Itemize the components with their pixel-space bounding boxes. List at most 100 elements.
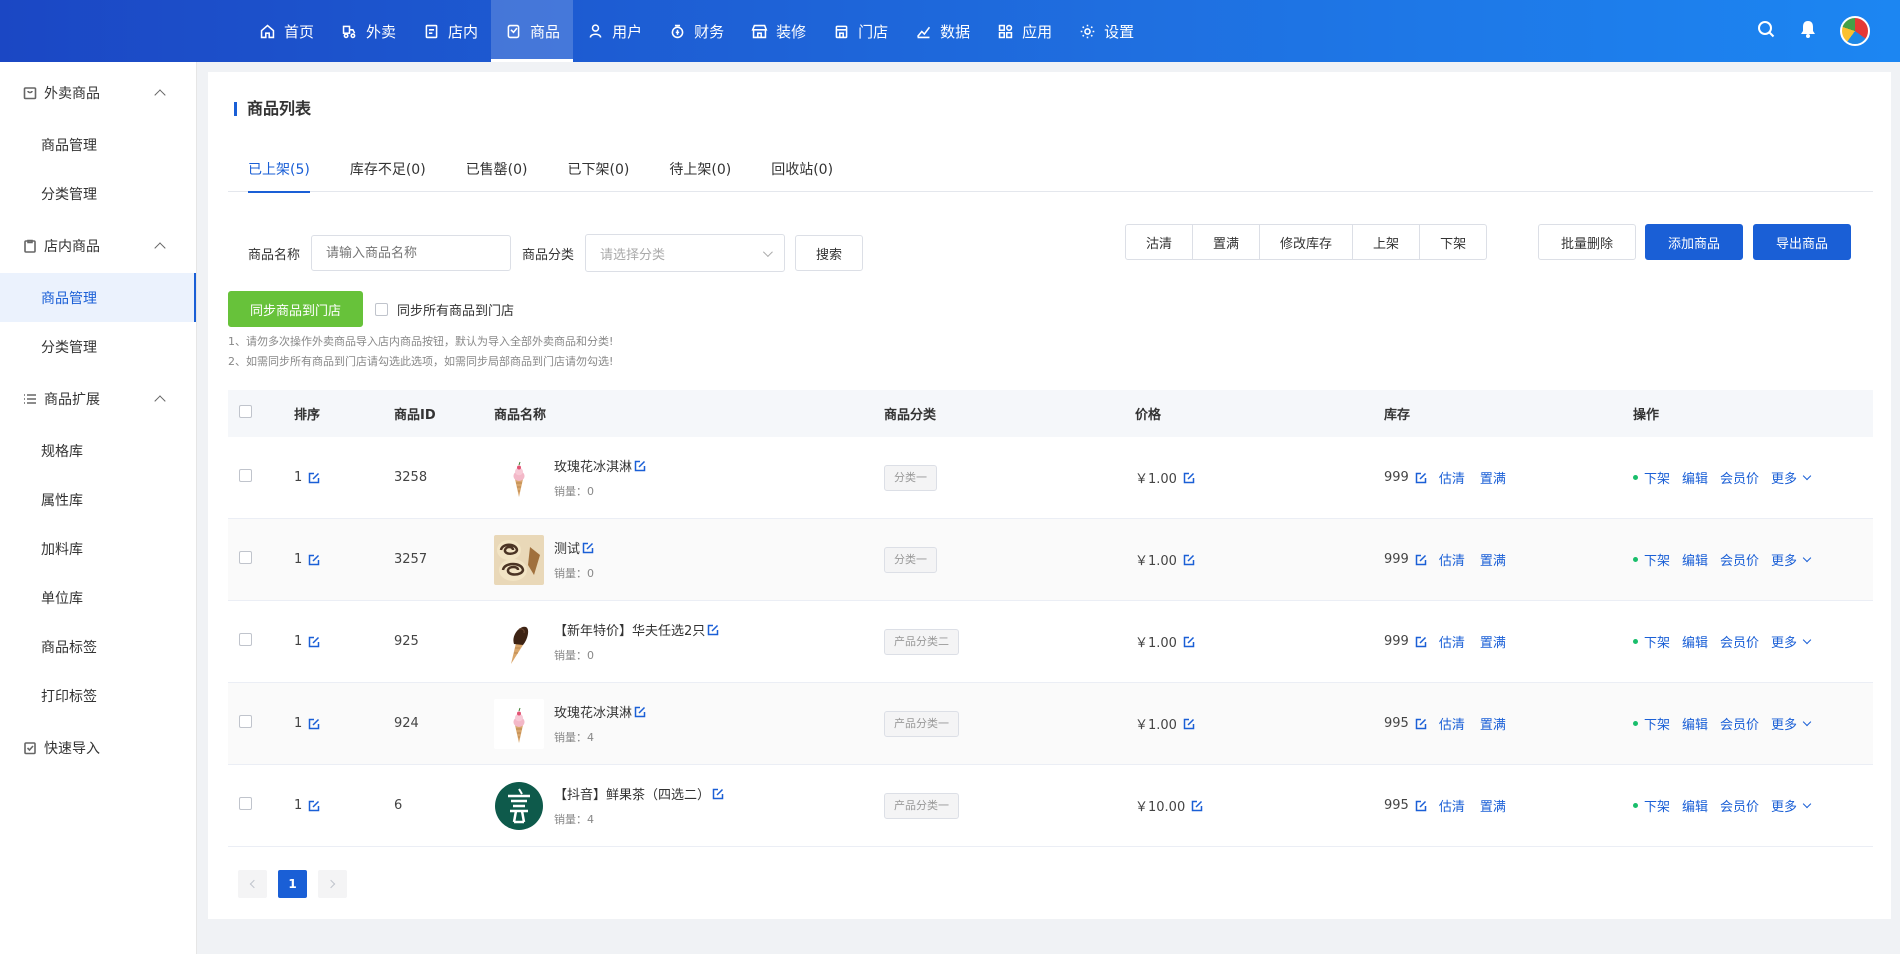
edit-link[interactable]: 编辑 (1682, 550, 1708, 569)
fill-stock-link[interactable]: 置满 (1480, 468, 1506, 487)
fill-stock-link[interactable]: 置满 (1480, 714, 1506, 733)
sync-to-store-button[interactable]: 同步商品到门店 (228, 291, 364, 327)
row-checkbox[interactable] (239, 797, 252, 810)
edit-icon[interactable] (634, 460, 646, 472)
nav-item-decoration[interactable]: 装修 (737, 0, 819, 62)
edit-link[interactable]: 编辑 (1682, 468, 1708, 487)
edit-icon[interactable] (634, 706, 646, 718)
sidebar-item[interactable]: 商品管理 (0, 120, 196, 169)
member-price-link[interactable]: 会员价 (1720, 714, 1759, 733)
edit-icon[interactable] (582, 542, 594, 554)
edit-link[interactable]: 编辑 (1682, 796, 1708, 815)
sidebar-item[interactable]: 商品标签 (0, 622, 196, 671)
sidebar-item[interactable]: 打印标签 (0, 671, 196, 720)
edit-icon[interactable] (707, 624, 719, 636)
edit-icon[interactable] (1191, 800, 1203, 812)
add-product-button[interactable]: 添加商品 (1645, 224, 1743, 260)
nav-item-chart[interactable]: 数据 (901, 0, 983, 62)
checkbox-box[interactable] (375, 302, 389, 316)
edit-icon[interactable] (1183, 472, 1195, 484)
fill-stock-link[interactable]: 置满 (1480, 796, 1506, 815)
sidebar-item[interactable]: 商品管理 (0, 273, 196, 322)
prev-page-button[interactable] (238, 870, 267, 898)
member-price-link[interactable]: 会员价 (1720, 550, 1759, 569)
batch-button[interactable]: 上架 (1352, 224, 1421, 260)
edit-icon[interactable] (1415, 554, 1427, 566)
sell-out-link[interactable]: 估清 (1439, 468, 1465, 487)
fill-stock-link[interactable]: 置满 (1480, 632, 1506, 651)
more-dropdown[interactable]: 更多 (1771, 468, 1812, 487)
nav-item-delivery[interactable]: 外卖 (327, 0, 409, 62)
tab-1[interactable]: 库存不足(0) (330, 160, 446, 192)
tab-4[interactable]: 待上架(0) (649, 160, 751, 192)
edit-icon[interactable] (308, 718, 320, 730)
edit-icon[interactable] (1183, 554, 1195, 566)
unlist-link[interactable]: 下架 (1644, 714, 1670, 733)
batch-button[interactable]: 置满 (1192, 224, 1261, 260)
sidebar-group[interactable]: 外卖商品 (0, 65, 196, 120)
edit-icon[interactable] (308, 554, 320, 566)
member-price-link[interactable]: 会员价 (1720, 796, 1759, 815)
sidebar-quick-import[interactable]: 快速导入 (0, 720, 196, 775)
nav-item-product[interactable]: 商品 (491, 0, 574, 62)
row-checkbox[interactable] (239, 715, 252, 728)
tab-5[interactable]: 回收站(0) (751, 160, 853, 192)
sidebar-item[interactable]: 加料库 (0, 524, 196, 573)
member-price-link[interactable]: 会员价 (1720, 468, 1759, 487)
nav-item-home[interactable]: 首页 (245, 0, 327, 62)
edit-icon[interactable] (308, 800, 320, 812)
sidebar-item[interactable]: 分类管理 (0, 322, 196, 371)
row-checkbox[interactable] (239, 551, 252, 564)
edit-icon[interactable] (1183, 636, 1195, 648)
tab-0[interactable]: 已上架(5) (228, 160, 330, 193)
unlist-link[interactable]: 下架 (1644, 632, 1670, 651)
edit-icon[interactable] (1415, 800, 1427, 812)
page-number[interactable]: 1 (278, 870, 307, 898)
nav-item-user[interactable]: 用户 (573, 0, 655, 62)
batch-delete-button[interactable]: 批量删除 (1538, 224, 1636, 260)
unlist-link[interactable]: 下架 (1644, 796, 1670, 815)
search-icon[interactable] (1756, 19, 1776, 43)
nav-item-store[interactable]: 门店 (819, 0, 901, 62)
bell-icon[interactable] (1798, 19, 1818, 43)
next-page-button[interactable] (318, 870, 347, 898)
nav-item-gear[interactable]: 设置 (1065, 0, 1147, 62)
search-button[interactable]: 搜索 (795, 235, 864, 271)
avatar[interactable] (1840, 16, 1870, 46)
sidebar-item[interactable]: 属性库 (0, 475, 196, 524)
more-dropdown[interactable]: 更多 (1771, 714, 1812, 733)
sell-out-link[interactable]: 估清 (1439, 796, 1465, 815)
edit-icon[interactable] (1415, 718, 1427, 730)
tab-2[interactable]: 已售罄(0) (446, 160, 548, 192)
row-checkbox[interactable] (239, 633, 252, 646)
more-dropdown[interactable]: 更多 (1771, 796, 1812, 815)
sidebar-item[interactable]: 单位库 (0, 573, 196, 622)
sidebar-item[interactable]: 规格库 (0, 426, 196, 475)
edit-icon[interactable] (308, 472, 320, 484)
sync-all-checkbox[interactable]: 同步所有商品到门店 (375, 300, 514, 319)
edit-icon[interactable] (1415, 472, 1427, 484)
edit-icon[interactable] (1415, 636, 1427, 648)
sell-out-link[interactable]: 估清 (1439, 632, 1465, 651)
unlist-link[interactable]: 下架 (1644, 468, 1670, 487)
export-product-button[interactable]: 导出商品 (1753, 224, 1851, 260)
sidebar-group[interactable]: 商品扩展 (0, 371, 196, 426)
more-dropdown[interactable]: 更多 (1771, 632, 1812, 651)
edit-icon[interactable] (712, 788, 724, 800)
category-select[interactable]: 请选择分类 (585, 234, 786, 272)
product-name-input[interactable] (311, 235, 512, 271)
batch-button[interactable]: 修改库存 (1259, 224, 1354, 260)
select-all-checkbox[interactable] (239, 405, 252, 418)
edit-icon[interactable] (308, 636, 320, 648)
unlist-link[interactable]: 下架 (1644, 550, 1670, 569)
edit-link[interactable]: 编辑 (1682, 632, 1708, 651)
nav-item-apps[interactable]: 应用 (983, 0, 1065, 62)
sidebar-item[interactable]: 分类管理 (0, 169, 196, 218)
sidebar-group[interactable]: 店内商品 (0, 218, 196, 273)
fill-stock-link[interactable]: 置满 (1480, 550, 1506, 569)
nav-item-finance[interactable]: 财务 (655, 0, 737, 62)
member-price-link[interactable]: 会员价 (1720, 632, 1759, 651)
batch-button[interactable]: 下架 (1419, 224, 1488, 260)
edit-link[interactable]: 编辑 (1682, 714, 1708, 733)
batch-button[interactable]: 沽清 (1125, 224, 1194, 260)
